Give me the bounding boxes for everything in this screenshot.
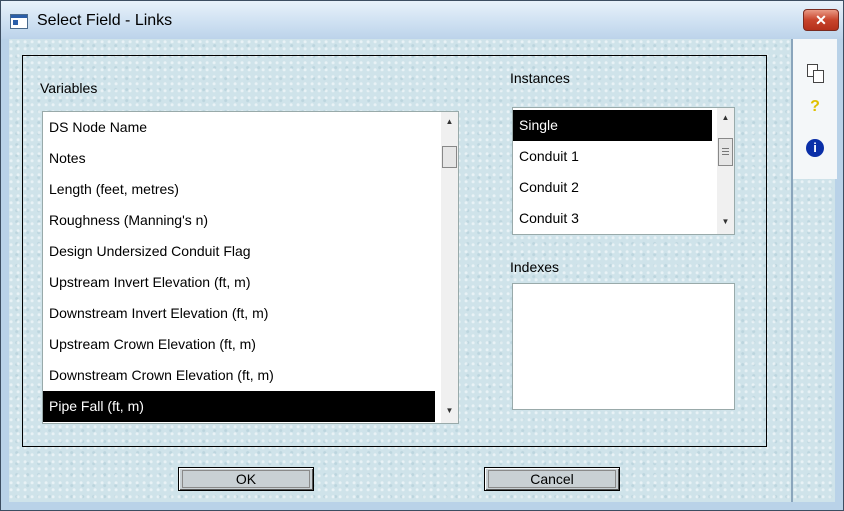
scroll-down-arrow-icon[interactable]: ▼ [441,403,458,419]
list-item[interactable]: Upstream Crown Elevation (ft, m) [43,329,435,360]
cancel-button-label: Cancel [530,471,574,487]
instances-label: Instances [510,70,570,86]
dialog-window: Select Field - Links ✕ Variables DS Node… [0,0,844,511]
close-button[interactable]: ✕ [803,9,839,31]
tool-sidebar: ? i [791,39,837,502]
instances-scrollbar[interactable]: ▲ ▼ [717,108,734,234]
cancel-button[interactable]: Cancel [484,467,620,491]
list-item[interactable]: Notes [43,143,435,174]
field-selection-group: Variables DS Node Name Notes Length (fee… [22,55,767,447]
variables-label: Variables [40,80,98,96]
scroll-thumb[interactable] [442,146,457,168]
list-item[interactable]: Downstream Invert Elevation (ft, m) [43,298,435,329]
list-item[interactable]: Length (feet, metres) [43,174,435,205]
scroll-thumb[interactable] [718,138,733,166]
indexes-label: Indexes [510,259,560,275]
instances-listbox[interactable]: Single Conduit 1 Conduit 2 Conduit 3 ▲ ▼ [512,107,735,235]
list-item-selected[interactable]: Pipe Fall (ft, m) [43,391,435,422]
scroll-down-arrow-icon[interactable]: ▼ [717,214,734,230]
ok-button-label: OK [235,471,257,487]
indexes-listbox[interactable] [512,283,735,410]
dialog-client-area: Variables DS Node Name Notes Length (fee… [9,39,837,502]
window-title: Select Field - Links [37,12,173,29]
help-icon[interactable]: ? [805,97,825,117]
list-item[interactable]: Conduit 3 [513,203,712,234]
list-item[interactable]: DS Node Name [43,112,435,143]
list-item[interactable]: Roughness (Manning's n) [43,205,435,236]
list-item-selected[interactable]: Single [513,110,712,141]
list-item[interactable]: Downstream Crown Elevation (ft, m) [43,360,435,391]
scroll-up-arrow-icon[interactable]: ▲ [441,114,458,130]
list-item[interactable]: Upstream Invert Elevation (ft, m) [43,267,435,298]
variables-listbox[interactable]: DS Node Name Notes Length (feet, metres)… [42,111,459,424]
list-item[interactable]: Conduit 1 [513,141,712,172]
list-item[interactable]: Design Undersized Conduit Flag [43,236,435,267]
ok-button[interactable]: OK [178,467,314,491]
title-bar[interactable]: Select Field - Links ✕ [1,1,843,39]
app-window-icon [10,14,28,29]
list-item[interactable]: Conduit 2 [513,172,712,203]
copy-icon[interactable] [805,63,825,83]
info-icon[interactable]: i [806,139,824,157]
scroll-up-arrow-icon[interactable]: ▲ [717,110,734,126]
tool-sidebar-icons: ? i [793,39,837,179]
variables-scrollbar[interactable]: ▲ ▼ [441,112,458,423]
